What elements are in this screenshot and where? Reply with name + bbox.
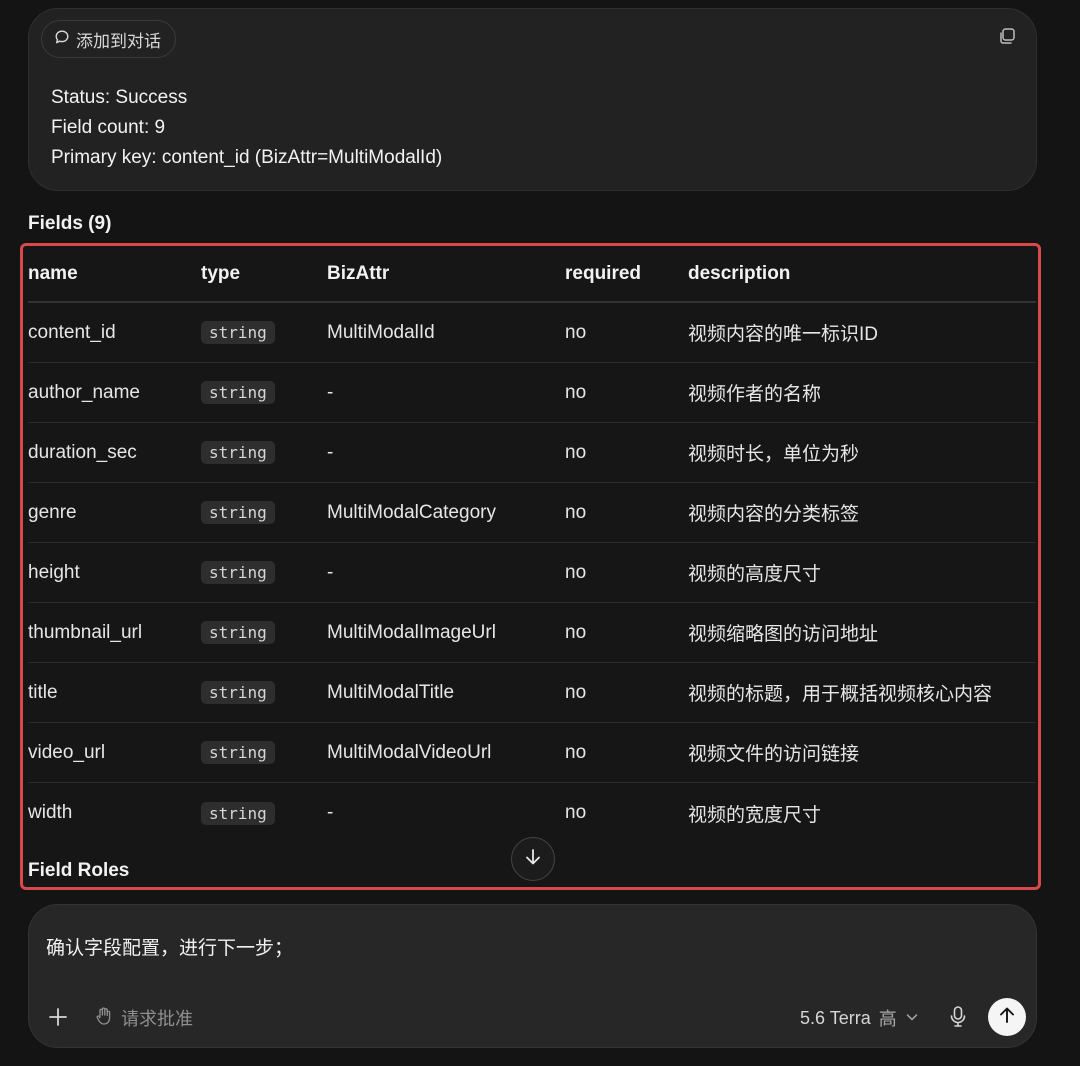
- table-row: width string - no 视频的宽度尺寸: [28, 783, 1036, 843]
- field-name: thumbnail_url: [28, 621, 143, 643]
- table-row: title string MultiModalTitle no 视频的标题，用于…: [28, 663, 1036, 723]
- header-name: name: [28, 262, 78, 284]
- model-level: 高: [878, 1009, 897, 1029]
- microphone-icon: [947, 1006, 969, 1034]
- field-required: no: [565, 621, 587, 643]
- field-bizattr: MultiModalImageUrl: [327, 621, 496, 643]
- fields-heading: Fields (9): [28, 213, 112, 234]
- table-row: content_id string MultiModalId no 视频内容的唯…: [28, 303, 1036, 363]
- header-type: type: [201, 262, 241, 284]
- status-line: Status: Success: [51, 87, 188, 108]
- field-bizattr: MultiModalTitle: [327, 681, 455, 703]
- field-bizattr: MultiModalVideoUrl: [327, 741, 492, 763]
- field-required: no: [565, 441, 587, 463]
- type-badge: string: [201, 561, 275, 584]
- arrow-up-icon: [997, 1005, 1017, 1030]
- composer-input[interactable]: 确认字段配置，进行下一步；: [46, 933, 293, 960]
- field-name: duration_sec: [28, 441, 137, 463]
- primary-key-line: Primary key: content_id (BizAttr=MultiMo…: [51, 147, 443, 168]
- table-row: height string - no 视频的高度尺寸: [28, 543, 1036, 603]
- message-composer[interactable]: 确认字段配置，进行下一步； 请求批准 5.6 Terra 高: [28, 904, 1037, 1048]
- field-description: 视频的宽度尺寸: [688, 804, 822, 826]
- field-description: 视频内容的分类标签: [688, 504, 860, 525]
- field-name: title: [28, 681, 58, 703]
- field-name: height: [28, 561, 80, 583]
- field-required: no: [565, 321, 587, 343]
- arrow-down-icon: [523, 847, 543, 872]
- field-required: no: [565, 561, 587, 583]
- field-name: width: [28, 802, 73, 823]
- header-required: required: [565, 262, 642, 284]
- model-name: 5.6 Terra: [800, 1007, 871, 1028]
- request-approval-button[interactable]: 请求批准: [95, 1005, 193, 1031]
- attach-button[interactable]: [47, 1006, 69, 1028]
- table-header-row: name type BizAttr required description: [28, 246, 1036, 303]
- chat-bubble-icon: [54, 29, 70, 50]
- type-badge: string: [201, 441, 275, 464]
- field-description: 视频的标题，用于概括视频核心内容: [688, 684, 993, 705]
- table-row: duration_sec string - no 视频时长，单位为秒: [28, 423, 1036, 483]
- request-approval-label: 请求批准: [121, 1009, 193, 1029]
- field-bizattr: -: [327, 561, 334, 583]
- field-required: no: [565, 741, 587, 763]
- add-to-conversation-button[interactable]: 添加到对话: [41, 20, 176, 58]
- field-description: 视频缩略图的访问地址: [688, 624, 879, 645]
- field-required: no: [565, 501, 587, 523]
- field-name: content_id: [28, 321, 116, 343]
- table-row: thumbnail_url string MultiModalImageUrl …: [28, 603, 1036, 663]
- table-row: author_name string - no 视频作者的名称: [28, 363, 1036, 423]
- field-required: no: [565, 802, 587, 823]
- type-badge: string: [201, 741, 275, 764]
- add-to-conversation-label: 添加到对话: [76, 31, 161, 51]
- copy-button[interactable]: [996, 27, 1018, 49]
- field-bizattr: -: [327, 381, 334, 403]
- field-bizattr: MultiModalId: [327, 321, 435, 343]
- field-required: no: [565, 681, 587, 703]
- field-description: 视频时长，单位为秒: [688, 444, 860, 465]
- type-badge: string: [201, 381, 275, 404]
- type-badge: string: [201, 321, 275, 344]
- field-bizattr: MultiModalCategory: [327, 501, 496, 523]
- field-description: 视频作者的名称: [688, 384, 822, 405]
- status-card: 添加到对话 Status: Success Field count: 9 Pri…: [28, 8, 1037, 191]
- field-required: no: [565, 381, 587, 403]
- field-name: genre: [28, 501, 77, 523]
- field-name: video_url: [28, 741, 106, 763]
- field-count-line: Field count: 9: [51, 117, 166, 138]
- copy-icon: [997, 26, 1017, 51]
- scroll-to-bottom-button[interactable]: [511, 837, 555, 881]
- field-bizattr: -: [327, 802, 334, 823]
- type-badge: string: [201, 681, 275, 704]
- model-selector[interactable]: 5.6 Terra 高: [800, 1005, 919, 1031]
- field-description: 视频的高度尺寸: [688, 564, 822, 585]
- microphone-button[interactable]: [947, 1004, 969, 1030]
- type-badge: string: [201, 621, 275, 644]
- hand-icon: [95, 1006, 113, 1031]
- table-row: video_url string MultiModalVideoUrl no 视…: [28, 723, 1036, 783]
- table-row: genre string MultiModalCategory no 视频内容的…: [28, 483, 1036, 543]
- type-badge: string: [201, 501, 275, 524]
- fields-table-highlight: name type BizAttr required description c…: [20, 243, 1041, 890]
- field-description: 视频文件的访问链接: [688, 744, 860, 765]
- header-bizattr: BizAttr: [327, 262, 390, 284]
- field-name: author_name: [28, 381, 140, 403]
- field-description: 视频内容的唯一标识ID: [688, 324, 879, 345]
- type-badge: string: [201, 801, 275, 825]
- field-bizattr: -: [327, 441, 334, 463]
- header-description: description: [688, 262, 791, 284]
- chevron-down-icon: [905, 1008, 919, 1029]
- field-roles-heading: Field Roles: [28, 860, 130, 881]
- send-button[interactable]: [988, 998, 1026, 1036]
- plus-icon: [47, 1008, 69, 1032]
